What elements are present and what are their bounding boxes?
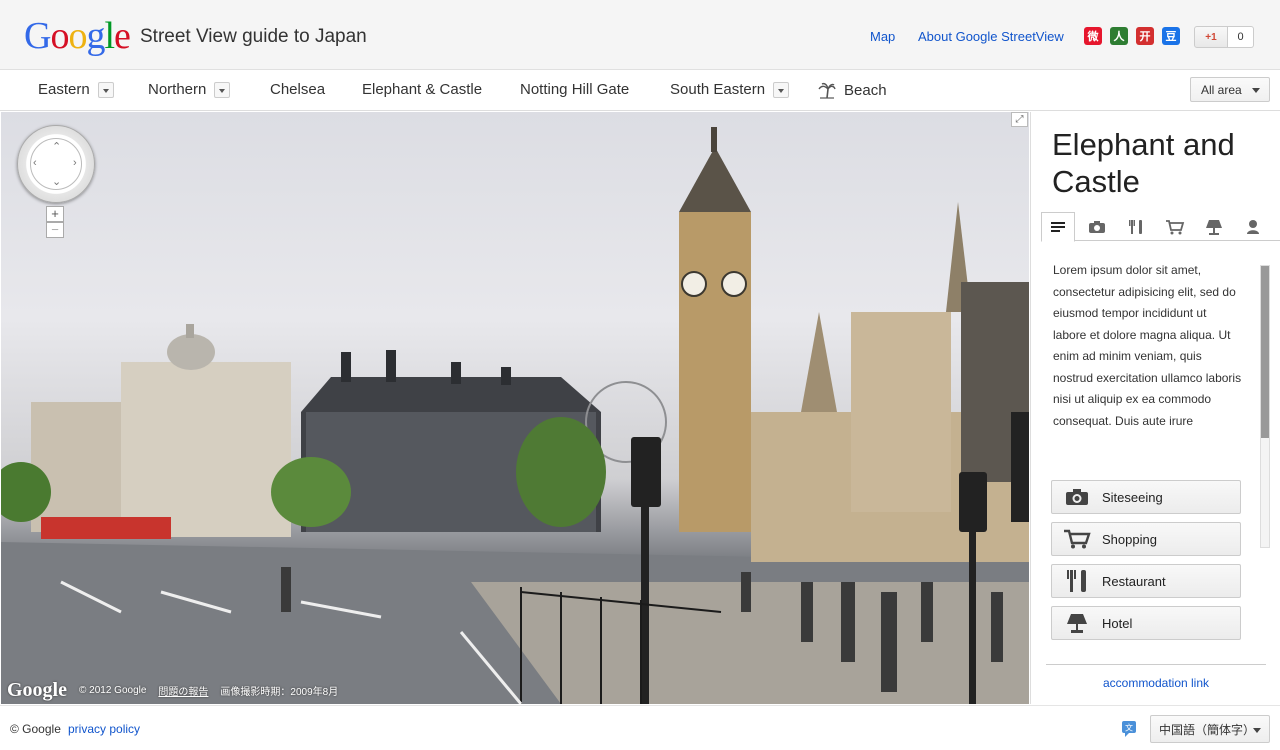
place-sidebar: Elephant and Castle Lorem ipsum dolor si… [1030, 112, 1280, 704]
nav-item-label: Beach [844, 81, 887, 99]
report-problem-link[interactable]: 問題の報告 [158, 683, 208, 698]
plusone-count: 0 [1228, 26, 1254, 48]
nav-item-label: Chelsea [270, 81, 326, 98]
nav-item-notting-hill-gate[interactable]: Notting Hill Gate [520, 81, 629, 98]
hotel-icon [1067, 614, 1087, 633]
area-nav: Eastern Northern Chelsea Elephant & Cast… [0, 70, 1280, 111]
tab-restaurant[interactable] [1119, 212, 1153, 241]
logo-letter: l [104, 15, 115, 57]
pan-left-icon[interactable]: ‹ [33, 157, 37, 169]
restaurant-icon [1129, 219, 1142, 234]
nav-item-eastern[interactable]: Eastern [38, 81, 114, 98]
tab-siteseeing[interactable] [1080, 212, 1114, 241]
camera-icon [1066, 489, 1088, 505]
pan-control[interactable]: ⌃ ⌄ ‹ › [17, 125, 95, 203]
streetview-copyright: © 2012 Google [79, 685, 147, 696]
chevron-down-icon[interactable] [773, 81, 790, 98]
nav-item-label: Eastern [38, 81, 90, 98]
footer-copyright: © Google [10, 722, 61, 736]
google-logo-small: Google [7, 679, 67, 701]
streetview-footer: Google © 2012 Google 問題の報告 画像撮影時期：2009年8… [7, 679, 338, 702]
plusone-widget[interactable]: +1 0 [1194, 26, 1254, 48]
nav-item-label: Northern [148, 81, 207, 98]
logo-letter: g [86, 15, 105, 57]
hotel-label: Hotel [1102, 615, 1133, 631]
description-scrollbar[interactable] [1260, 265, 1270, 548]
chevron-down-icon[interactable] [97, 81, 114, 98]
weibo-icon[interactable]: 微 [1084, 27, 1102, 45]
renren-icon[interactable]: 人 [1110, 27, 1128, 45]
zoom-in-button[interactable]: + [46, 206, 64, 222]
all-area-select[interactable]: All area [1190, 77, 1270, 102]
nav-item-chelsea[interactable]: Chelsea [270, 81, 325, 98]
nav-item-label: Elephant & Castle [362, 81, 483, 98]
pan-up-icon[interactable]: ⌃ [52, 140, 61, 153]
douban-icon[interactable]: 豆 [1162, 27, 1180, 45]
cart-icon [1064, 529, 1091, 549]
about-streetview-link[interactable]: About Google StreetView [918, 29, 1064, 44]
restaurant-button[interactable]: Restaurant [1051, 564, 1241, 598]
panorama-image [1, 127, 1029, 704]
info-icon [1051, 222, 1065, 232]
cart-icon [1166, 219, 1185, 234]
site-title: Street View guide to Japan [140, 26, 367, 47]
google-logo[interactable]: Google [24, 15, 131, 57]
camera-icon [1089, 220, 1105, 233]
language-select[interactable]: 中国語（簡体字） [1150, 715, 1270, 743]
logo-letter: o [50, 15, 69, 57]
nav-item-beach[interactable]: Beach [818, 81, 887, 99]
pan-ring: ⌃ ⌄ ‹ › [30, 138, 82, 190]
language-icon: 文 [1122, 721, 1136, 737]
restaurant-label: Restaurant [1102, 573, 1166, 589]
privacy-policy-link[interactable]: privacy policy [68, 722, 140, 736]
plusone-button[interactable]: +1 [1194, 26, 1228, 48]
siteseeing-button[interactable]: Siteseeing [1051, 480, 1241, 514]
hotel-button[interactable]: Hotel [1051, 606, 1241, 640]
shopping-button[interactable]: Shopping [1051, 522, 1241, 556]
tab-info[interactable] [1041, 212, 1075, 242]
nav-item-label: South Eastern [670, 81, 766, 98]
hotel-icon [1206, 219, 1222, 235]
place-title: Elephant and Castle [1052, 127, 1235, 199]
share-icons: 微人开豆 [1084, 27, 1180, 45]
capture-date: 画像撮影時期：2009年8月 [220, 687, 339, 698]
footer: © Google privacy policy 文 中国語（簡体字） [0, 705, 1280, 750]
palm-tree-icon [818, 82, 836, 99]
nav-item-northern[interactable]: Northern [148, 81, 231, 98]
place-description: Lorem ipsum dolor sit amet, consectetur … [1053, 263, 1242, 428]
logo-letter: G [24, 15, 51, 57]
sidebar-tabs [1041, 212, 1280, 242]
logo-letter: o [68, 15, 87, 57]
nav-item-elephant-castle[interactable]: Elephant & Castle [362, 81, 482, 98]
map-link[interactable]: Map [870, 29, 895, 44]
svg-text:文: 文 [1125, 723, 1133, 733]
pan-right-icon[interactable]: › [73, 157, 77, 169]
header: Google Street View guide to Japan Map Ab… [0, 0, 1280, 70]
pan-down-icon[interactable]: ⌄ [52, 175, 61, 188]
scrollbar-thumb[interactable] [1261, 266, 1269, 438]
kaixin-icon[interactable]: 开 [1136, 27, 1154, 45]
shopping-label: Shopping [1102, 531, 1157, 547]
zoom-out-button[interactable]: − [46, 222, 64, 238]
logo-letter: e [114, 15, 131, 57]
tab-shopping[interactable] [1158, 212, 1192, 241]
tab-hotel[interactable] [1197, 212, 1231, 241]
person-icon [1247, 219, 1259, 234]
sidebar-divider [1046, 664, 1266, 665]
siteseeing-label: Siteseeing [1102, 489, 1163, 505]
tab-person[interactable] [1236, 212, 1270, 241]
restaurant-icon [1067, 570, 1086, 592]
accommodation-link[interactable]: accommodation link [1031, 676, 1280, 690]
fullscreen-icon[interactable]: ⤢ [1011, 112, 1028, 127]
nav-item-label: Notting Hill Gate [520, 81, 630, 98]
nav-item-south-eastern[interactable]: South Eastern [670, 81, 790, 98]
chevron-down-icon[interactable] [214, 81, 231, 98]
street-view-panorama[interactable] [1, 112, 1029, 704]
